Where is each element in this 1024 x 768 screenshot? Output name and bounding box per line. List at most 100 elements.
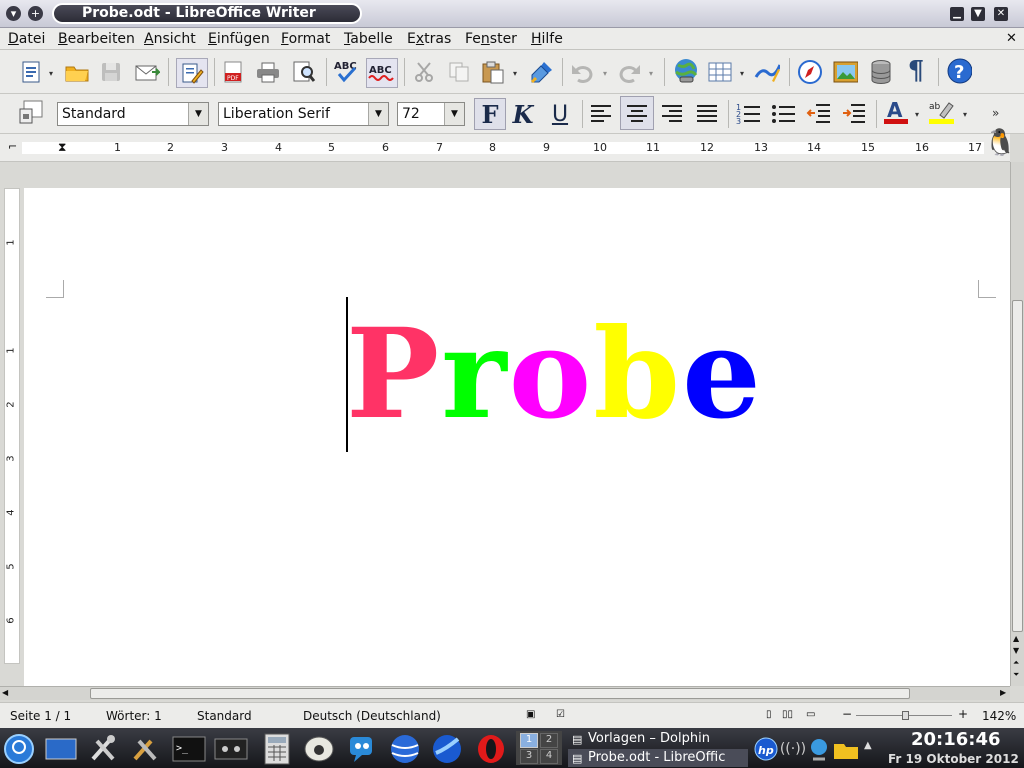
multi-page-view-icon[interactable]: ▯▯ (782, 709, 793, 720)
new-document-icon[interactable] (18, 59, 44, 85)
copy-icon[interactable] (446, 59, 472, 85)
scroll-down-icon[interactable]: ▼ (1013, 646, 1019, 655)
underline-button[interactable]: U (545, 100, 575, 128)
hp-printer-icon[interactable]: hp (752, 732, 780, 766)
network-icon[interactable]: ((·)) (780, 732, 806, 766)
status-page[interactable]: Seite 1 / 1 (10, 709, 71, 723)
indent-marker-icon[interactable]: ⧗ (58, 140, 66, 155)
close-document-button[interactable]: ✕ (1006, 31, 1017, 46)
desktop-4[interactable]: 4 (540, 749, 558, 764)
desktop-1[interactable]: 1 (520, 733, 538, 748)
status-page-style[interactable]: Standard (197, 709, 252, 723)
increase-indent-icon[interactable] (841, 100, 867, 126)
numbering-icon[interactable]: 123 (736, 100, 762, 126)
save-icon[interactable] (98, 59, 124, 85)
insert-mode-icon[interactable]: ▣ (526, 709, 535, 720)
toolbar-overflow-icon[interactable]: » (992, 106, 999, 120)
desktop-2[interactable]: 2 (540, 733, 558, 748)
menu-hilfe[interactable]: Hilfe (531, 31, 563, 47)
paragraph-style-select[interactable]: Standard ▼ (57, 102, 209, 126)
next-page-icon[interactable]: ⏷ (1013, 670, 1019, 680)
previous-page-icon[interactable]: ⏶ (1013, 658, 1019, 668)
tray-expand-icon[interactable]: ▲ (864, 740, 872, 751)
bullets-icon[interactable] (771, 100, 797, 126)
open-folder-icon[interactable] (64, 59, 90, 85)
horizontal-scrollbar[interactable]: ◀ ▶ (0, 686, 1010, 700)
web-browser-icon[interactable] (388, 732, 422, 766)
calculator-icon[interactable] (260, 732, 294, 766)
undo-dropdown-icon[interactable]: ▾ (603, 69, 607, 78)
zoom-slider-handle[interactable] (902, 711, 909, 720)
highlight-dropdown-icon[interactable]: ▾ (963, 110, 967, 119)
redo-dropdown-icon[interactable]: ▾ (649, 69, 653, 78)
desktop-icon[interactable] (44, 732, 78, 766)
paste-icon[interactable] (480, 59, 506, 85)
font-name-select[interactable]: Liberation Serif ▼ (218, 102, 389, 126)
export-pdf-icon[interactable]: PDF (220, 59, 246, 85)
navigator-icon[interactable] (797, 59, 823, 85)
vertical-ruler[interactable]: 1 1 2 3 4 5 6 (4, 188, 20, 664)
align-left-icon[interactable] (588, 100, 614, 126)
italic-button[interactable]: K (508, 100, 538, 129)
email-icon[interactable] (134, 59, 160, 85)
zoom-in-button[interactable]: + (958, 707, 968, 721)
tools-icon[interactable] (128, 732, 162, 766)
align-right-icon[interactable] (659, 100, 685, 126)
hyperlink-icon[interactable] (672, 58, 698, 84)
horizontal-ruler[interactable]: ⌐ ⧗ 1 2 3 4 5 6 7 8 9 10 11 12 13 14 15 … (0, 134, 1010, 162)
minimize-button[interactable]: ▁ (950, 7, 964, 21)
system-settings-icon[interactable] (86, 732, 120, 766)
chevron-down-icon[interactable]: ▼ (368, 103, 388, 125)
terminal-icon[interactable]: >_ (172, 732, 206, 766)
chevron-down-icon[interactable]: ▼ (188, 103, 208, 125)
table-dropdown-icon[interactable]: ▾ (740, 69, 744, 78)
cut-icon[interactable] (411, 59, 437, 85)
single-page-view-icon[interactable]: ▯ (766, 709, 772, 720)
paste-dropdown-icon[interactable]: ▾ (513, 69, 517, 78)
font-size-select[interactable]: 72 ▼ (397, 102, 465, 126)
chat-icon[interactable] (346, 732, 380, 766)
virtual-desktop-pager[interactable]: 1 2 3 4 (516, 731, 562, 765)
scroll-right-icon[interactable]: ▶ (1000, 688, 1006, 697)
undo-icon[interactable] (570, 59, 596, 85)
globe-update-icon[interactable] (806, 732, 832, 766)
chevron-down-icon[interactable]: ▾ (49, 69, 53, 78)
font-color-dropdown-icon[interactable]: ▾ (915, 110, 919, 119)
menu-tabelle[interactable]: Tabelle (344, 31, 393, 47)
scroll-left-icon[interactable]: ◀ (2, 688, 8, 697)
align-center-icon[interactable] (620, 96, 654, 130)
formatting-marks-icon[interactable]: ¶ (903, 56, 929, 86)
clock-time[interactable]: 20:16:46 (911, 729, 1001, 750)
decrease-indent-icon[interactable] (806, 100, 832, 126)
justify-icon[interactable] (694, 100, 720, 126)
maximize-button[interactable]: ▼ (971, 7, 985, 21)
window-pin-icon[interactable]: + (28, 6, 43, 21)
menu-ansicht[interactable]: Ansicht (144, 31, 196, 47)
window-menu-icon[interactable]: ▾ (6, 6, 21, 21)
bold-button[interactable]: F (474, 98, 506, 130)
status-language[interactable]: Deutsch (Deutschland) (303, 709, 441, 723)
vertical-scroll-thumb[interactable] (1012, 300, 1023, 632)
menu-fenster[interactable]: Fenster (465, 31, 517, 47)
book-view-icon[interactable]: ▭ (806, 709, 815, 720)
menu-bearbeiten[interactable]: Bearbeiten (58, 31, 135, 47)
print-preview-icon[interactable] (291, 59, 317, 85)
redo-icon[interactable] (616, 59, 642, 85)
gallery-icon[interactable] (832, 59, 858, 85)
desktop-3[interactable]: 3 (520, 749, 538, 764)
document-text[interactable]: Probe (346, 300, 763, 450)
chevron-down-icon[interactable]: ▼ (444, 103, 464, 125)
print-icon[interactable] (255, 59, 281, 85)
highlight-icon[interactable]: ab (928, 99, 954, 125)
phone-icon[interactable] (302, 732, 336, 766)
scroll-up-icon[interactable]: ▲ (1013, 634, 1019, 643)
data-sources-icon[interactable] (868, 59, 894, 85)
task-dolphin[interactable]: ▤ Vorlagen – Dolphin (568, 730, 748, 747)
help-icon[interactable]: ? (946, 58, 972, 84)
font-color-icon[interactable]: A (883, 99, 909, 125)
autospell-icon[interactable]: ABC (366, 58, 398, 88)
draw-functions-icon[interactable] (754, 59, 780, 85)
file-manager-tray-icon[interactable] (832, 732, 860, 766)
thunderbird-icon[interactable] (430, 732, 464, 766)
task-libreoffice[interactable]: ▤ Probe.odt - LibreOffic (568, 749, 748, 767)
